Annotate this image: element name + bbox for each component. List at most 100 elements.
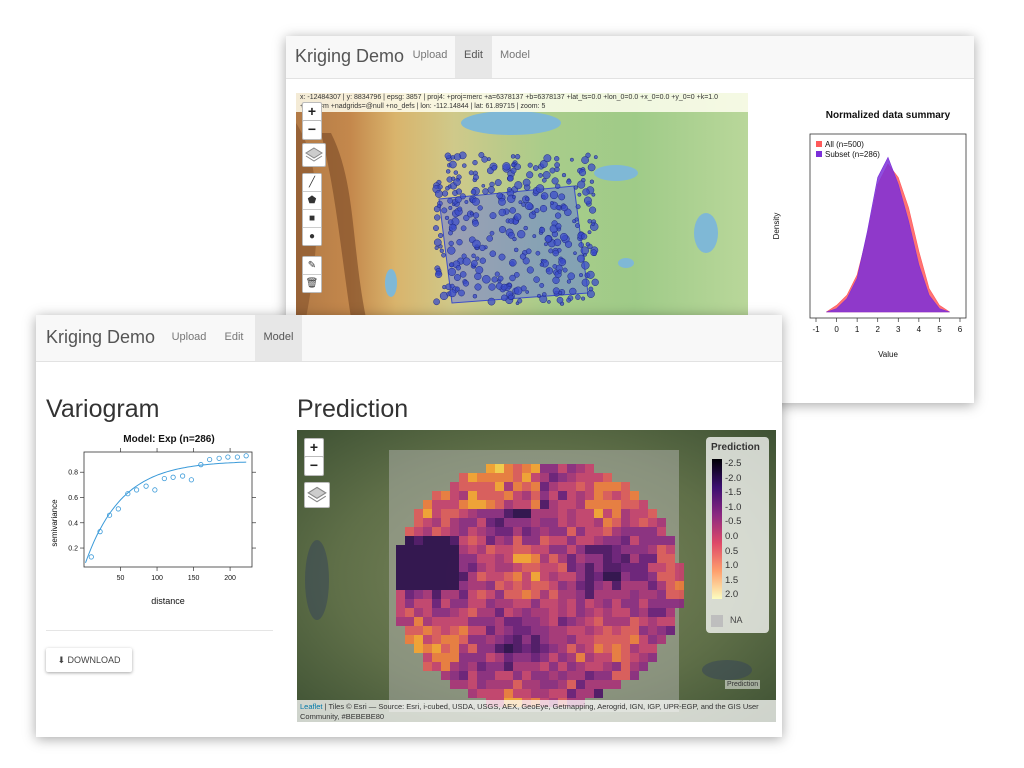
prediction-cell	[432, 608, 441, 617]
prediction-cell	[468, 617, 477, 626]
prediction-cell	[594, 473, 603, 482]
prediction-cell	[540, 644, 549, 653]
prediction-cell	[612, 509, 621, 518]
sample-point	[577, 254, 585, 263]
sample-point	[519, 253, 527, 260]
prediction-cell	[585, 554, 594, 563]
prediction-cell	[495, 536, 504, 545]
prediction-cell	[540, 635, 549, 644]
zoom-out-button[interactable]: −	[302, 120, 322, 140]
sample-point	[573, 251, 577, 256]
draw-polyline-icon[interactable]: ╱	[303, 174, 321, 192]
draw-rectangle-icon[interactable]: ■	[303, 210, 321, 228]
sample-point	[437, 184, 443, 190]
draw-marker-icon[interactable]: ●	[303, 228, 321, 245]
tab-model[interactable]: Model	[494, 36, 536, 78]
density-ylabel: Density	[772, 213, 781, 240]
sample-point	[457, 206, 463, 212]
prediction-cell	[657, 554, 666, 563]
leaflet-link[interactable]: Leaflet	[300, 702, 323, 711]
app-brand[interactable]: Kriging Demo	[46, 327, 155, 348]
y-tick-label: 0.2	[68, 546, 78, 553]
prediction-cell	[495, 527, 504, 536]
sample-point	[555, 205, 561, 211]
sample-point	[447, 246, 456, 255]
prediction-cell	[594, 590, 603, 599]
sample-point	[587, 230, 592, 235]
download-button[interactable]: ⬇ DOWNLOAD	[46, 648, 132, 672]
prediction-cell	[594, 491, 603, 500]
prediction-cell	[549, 464, 558, 473]
prediction-cell	[540, 617, 549, 626]
draw-polygon-icon[interactable]: ⬟	[303, 192, 321, 210]
prediction-cell	[513, 662, 522, 671]
prediction-cell	[612, 680, 621, 689]
prediction-cell	[576, 680, 585, 689]
prediction-cell	[585, 644, 594, 653]
prediction-cell	[468, 545, 477, 554]
zoom-out-button[interactable]: −	[304, 456, 324, 476]
prediction-cell	[522, 680, 531, 689]
prediction-cell	[486, 491, 495, 500]
overlay-label[interactable]: Prediction	[725, 680, 761, 689]
prediction-cell	[558, 626, 567, 635]
prediction-cell	[405, 563, 414, 572]
prediction-cell	[450, 500, 459, 509]
prediction-cell	[594, 482, 603, 491]
delete-layers-icon[interactable]: 🗑	[303, 275, 321, 292]
prediction-cell	[531, 644, 540, 653]
prediction-cell	[477, 689, 486, 698]
layers-icon[interactable]	[302, 143, 326, 167]
prediction-cell	[612, 590, 621, 599]
tab-model[interactable]: Model	[255, 315, 302, 361]
sample-point	[558, 193, 566, 201]
prediction-cell	[441, 590, 450, 599]
sample-point	[523, 225, 528, 231]
prediction-cell	[495, 545, 504, 554]
edit-layers-icon[interactable]: ✎	[303, 257, 321, 275]
prediction-cell	[495, 680, 504, 689]
prediction-cell	[495, 662, 504, 671]
prediction-cell	[513, 599, 522, 608]
sample-point	[502, 162, 511, 171]
prediction-cell	[405, 545, 414, 554]
zoom-in-button[interactable]: +	[302, 102, 322, 122]
tab-edit[interactable]: Edit	[214, 315, 254, 361]
prediction-cell	[522, 509, 531, 518]
prediction-cell	[621, 536, 630, 545]
prediction-cell	[504, 563, 513, 572]
sample-point	[566, 297, 572, 303]
sample-point	[433, 225, 439, 232]
prediction-cell	[621, 500, 630, 509]
prediction-cell	[459, 563, 468, 572]
tab-upload[interactable]: Upload	[166, 315, 212, 361]
prediction-cell	[639, 662, 648, 671]
prediction-cell	[585, 527, 594, 536]
prediction-cell	[495, 635, 504, 644]
prediction-cell	[549, 482, 558, 491]
prediction-cell	[405, 608, 414, 617]
sample-point	[436, 203, 442, 209]
prediction-cell	[423, 536, 432, 545]
tab-edit[interactable]: Edit	[455, 36, 492, 78]
prediction-cell	[558, 590, 567, 599]
prediction-cell	[504, 572, 513, 581]
prediction-cell	[423, 590, 432, 599]
prediction-cell	[522, 635, 531, 644]
prediction-map[interactable]: + − Prediction -2.5 -2.0 -1.5 -1.0 -0.5 0.0 …	[297, 430, 776, 722]
prediction-cell	[495, 509, 504, 518]
sample-point	[539, 262, 544, 267]
edit-map[interactable]: x: -12484307 | y: 8834796 | epsg: 3857 |…	[296, 93, 748, 318]
app-brand[interactable]: Kriging Demo	[295, 46, 404, 67]
prediction-cell	[513, 617, 522, 626]
sample-point	[575, 294, 581, 300]
prediction-cell	[594, 581, 603, 590]
prediction-cell	[585, 617, 594, 626]
prediction-cell	[612, 608, 621, 617]
zoom-in-button[interactable]: +	[304, 438, 324, 458]
tab-upload[interactable]: Upload	[406, 36, 454, 78]
prediction-cell	[675, 581, 684, 590]
layers-icon[interactable]	[304, 482, 330, 508]
prediction-cell	[567, 491, 576, 500]
prediction-cell	[630, 635, 639, 644]
